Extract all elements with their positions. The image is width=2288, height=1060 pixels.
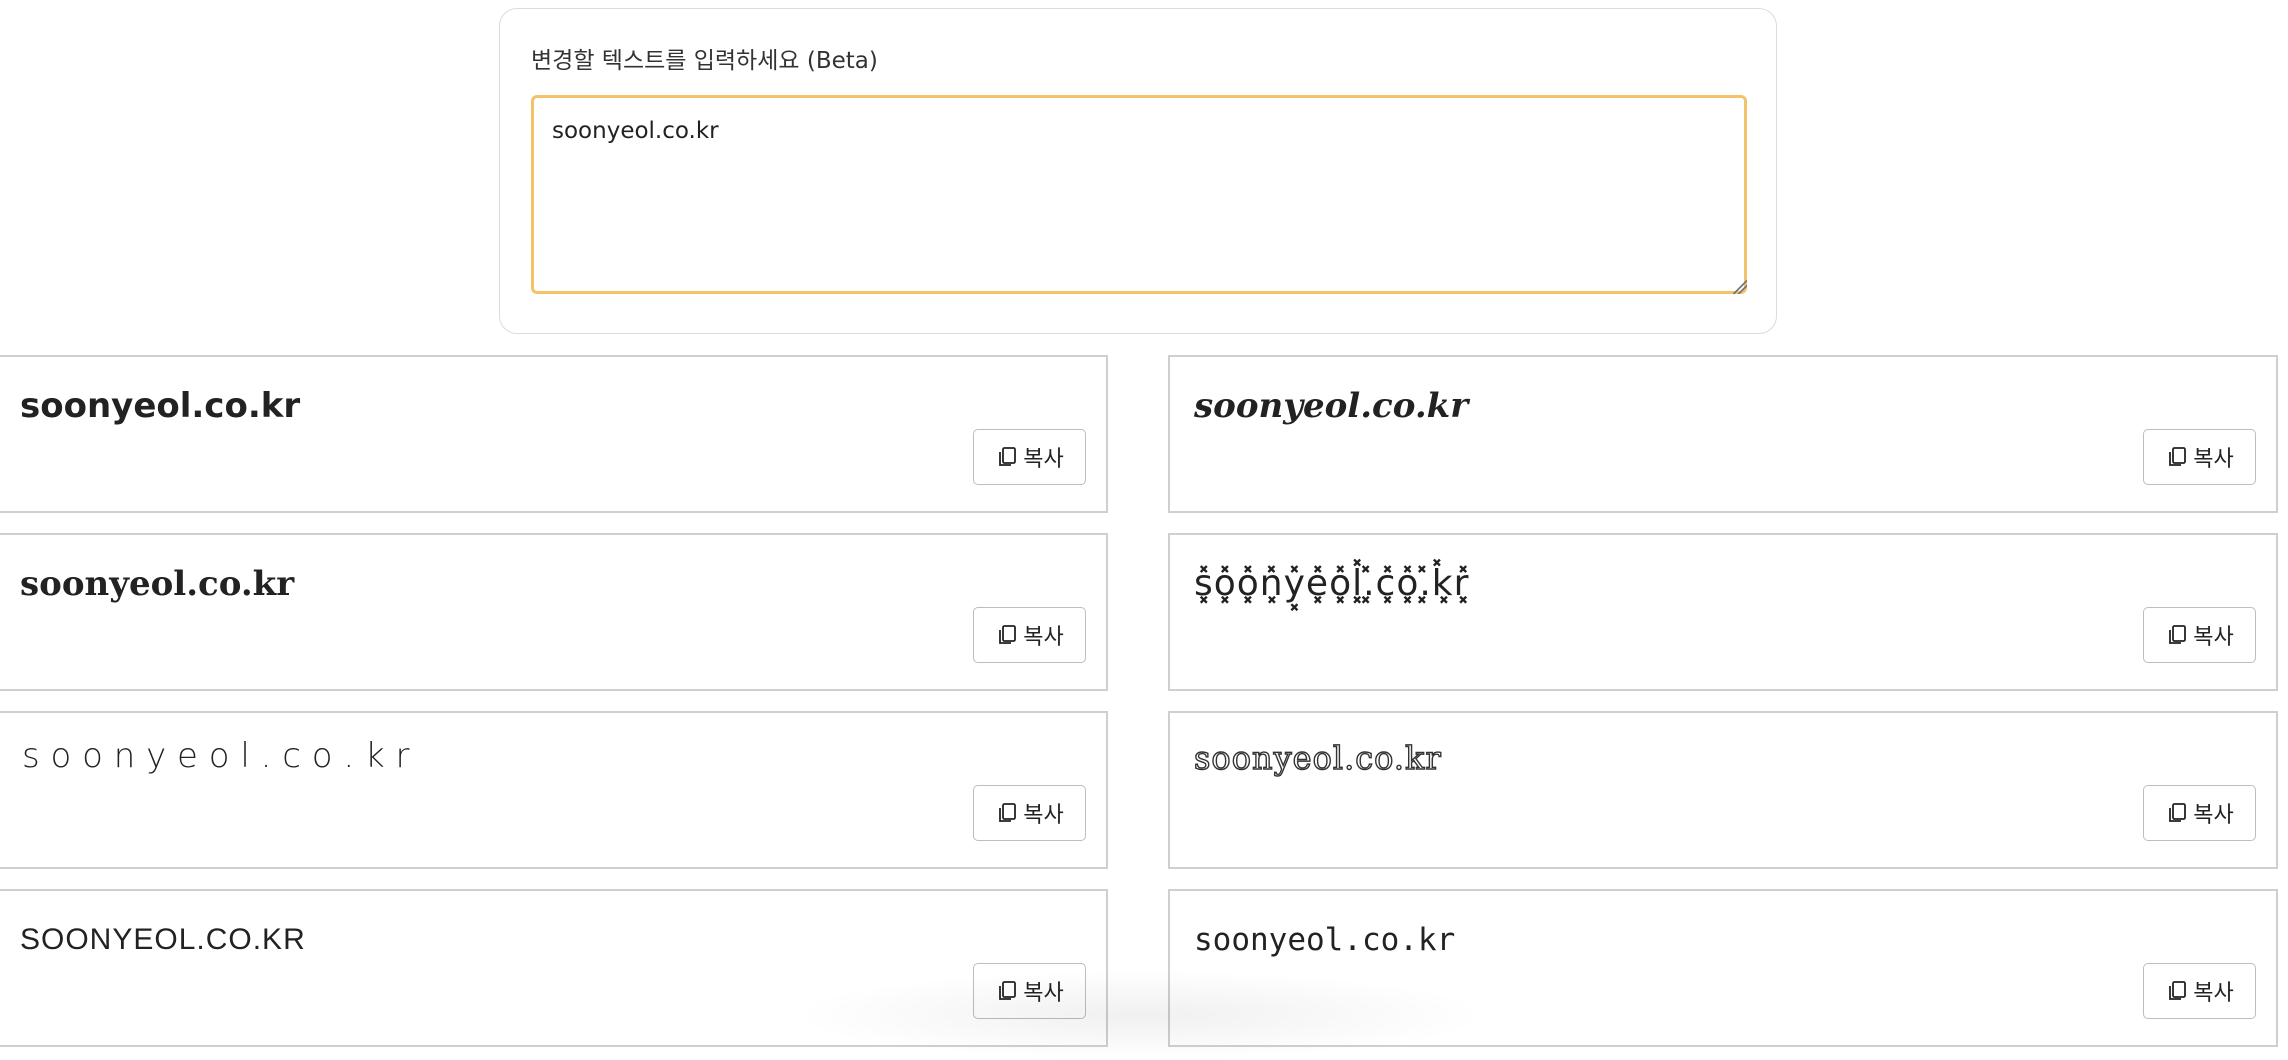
result-text: s o o n y e o l . c o . k r [22,736,410,776]
result-card: soonyeol.co.kr 복사 [0,533,1108,691]
copy-label: 복사 [1023,981,1064,1006]
result-card: s o o n y e o l . c o . k r 복사 [0,711,1108,869]
copy-label: 복사 [1023,625,1064,650]
copy-button[interactable]: 복사 [973,785,1086,841]
result-card: soonyeol.co.kr 복사 [1168,355,2278,513]
copy-icon [2169,803,2187,822]
copy-icon [2169,981,2187,1000]
copy-button[interactable]: 복사 [973,429,1086,485]
result-text: soonyeol.co.kr [20,386,301,426]
copy-button[interactable]: 복사 [2143,429,2256,485]
copy-button[interactable]: 복사 [973,607,1086,663]
copy-icon [999,447,1017,466]
copy-button[interactable]: 복사 [2143,607,2256,663]
copy-icon [2169,447,2187,466]
input-label: 변경할 텍스트를 입력하세요 (Beta) [531,48,878,74]
copy-label: 복사 [2193,625,2234,650]
result-text: soonyeol.co.kr [1193,738,1442,777]
result-card: soonyeol.co.kr 복사 [0,355,1108,513]
copy-button[interactable]: 복사 [973,963,1086,1019]
copy-label: 복사 [2193,803,2234,828]
result-card: s͓̽o͓̽o͓̽n͓̽y͓̽e͓̽o͓̽l͓̽.͓̽c͓̽o͓̽.͓̽k͓̽r… [1168,533,2278,691]
result-card: SOONYEOL.CO.KR 복사 [0,889,1108,1047]
copy-label: 복사 [2193,981,2234,1006]
result-text: SOONYEOL.CO.KR [20,923,306,956]
result-text: soonyeol.co.kr [1194,922,1456,958]
text-input-card: 변경할 텍스트를 입력하세요 (Beta) [499,8,1777,334]
copy-icon [999,625,1017,644]
copy-button[interactable]: 복사 [2143,963,2256,1019]
copy-icon [2169,625,2187,644]
result-text: soonyeol.co.kr [1194,386,1469,426]
result-card: soonyeol.co.kr 복사 [1168,711,2278,869]
copy-label: 복사 [1023,803,1064,828]
copy-icon [999,803,1017,822]
copy-label: 복사 [1023,447,1064,472]
copy-button[interactable]: 복사 [2143,785,2256,841]
result-text: s͓̽o͓̽o͓̽n͓̽y͓̽e͓̽o͓̽l͓̽.͓̽c͓̽o͓̽.͓̽k͓̽r… [1194,563,1470,604]
copy-icon [999,981,1017,1000]
text-input[interactable] [531,95,1747,294]
resize-grip-icon[interactable] [1733,280,1747,294]
copy-label: 복사 [2193,447,2234,472]
result-text: soonyeol.co.kr [20,564,295,604]
result-card: soonyeol.co.kr 복사 [1168,889,2278,1047]
